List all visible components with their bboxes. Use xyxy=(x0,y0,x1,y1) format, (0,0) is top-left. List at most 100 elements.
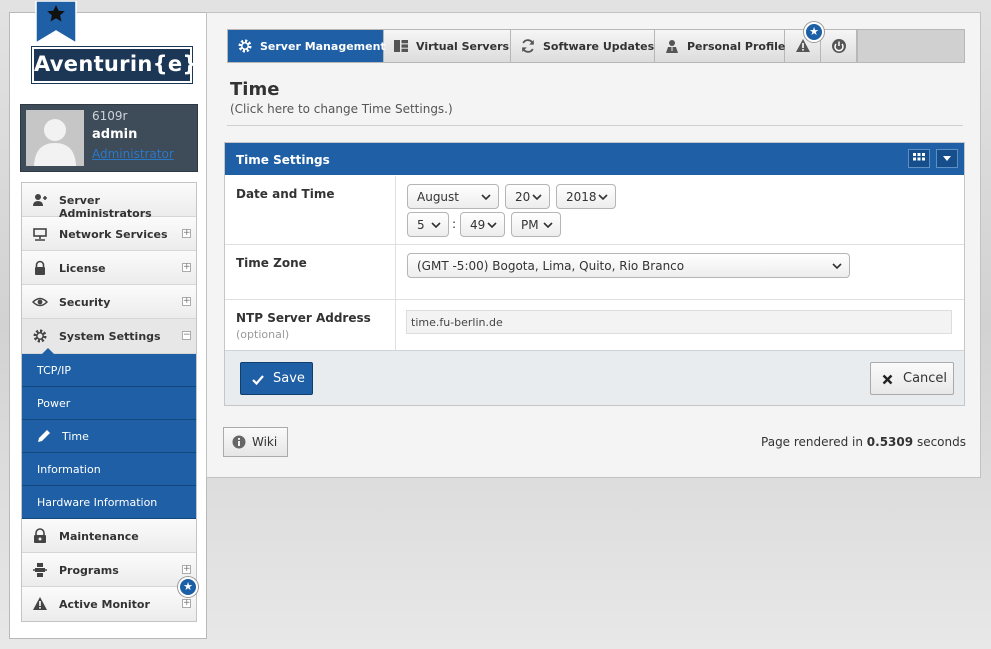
user-silhouette-icon xyxy=(34,119,76,166)
cancel-label: Cancel xyxy=(903,371,948,386)
time-zone-value: (GMT -5:00) Bogota, Lima, Quito, Rio Bra… xyxy=(417,259,685,273)
help-icon xyxy=(232,435,246,449)
sidebar-subitem-tcp-ip[interactable]: TCP/IP xyxy=(22,354,196,387)
ntp-server-input[interactable]: time.fu-berlin.de xyxy=(406,310,952,334)
ribbon-star-icon xyxy=(35,1,77,43)
tab-personal-profile[interactable]: Personal Profile xyxy=(655,30,785,62)
page-title: Time xyxy=(230,79,280,100)
sidebar-item-programs[interactable]: Programs + xyxy=(22,553,196,587)
sidebar-subitem-time[interactable]: Time xyxy=(22,420,196,453)
star-badge-icon: ★ xyxy=(178,577,198,597)
hour-select[interactable]: 5 xyxy=(407,212,449,237)
panel-title: Time Settings xyxy=(236,153,330,167)
save-button[interactable]: Save xyxy=(240,362,313,395)
panel-menu-button[interactable] xyxy=(936,149,958,168)
sidebar-item-license[interactable]: License + xyxy=(22,251,196,285)
warning-icon xyxy=(33,597,47,610)
ntp-label-cell: NTP Server Address (optional) xyxy=(225,300,396,350)
power-icon xyxy=(832,39,846,53)
username: admin xyxy=(92,127,138,142)
chevron-down-icon xyxy=(598,194,608,201)
tab-server-management[interactable]: Server Management xyxy=(228,30,386,62)
sidebar-item-network-services[interactable]: Network Services + xyxy=(22,217,196,251)
user-card: 6109r admin Administrator xyxy=(20,104,198,172)
minute-value: 49 xyxy=(470,218,486,232)
brand-logo: Aventurin{e} xyxy=(32,47,197,83)
render-suffix: seconds xyxy=(916,435,966,449)
panel-header: Time Settings xyxy=(225,143,964,175)
sidebar-item-security[interactable]: Security + xyxy=(22,285,196,319)
sidebar-subitem-label: Information xyxy=(37,463,101,476)
hostname: 6109r xyxy=(92,109,128,123)
refresh-icon xyxy=(522,39,534,53)
cancel-button[interactable]: Cancel xyxy=(870,362,954,395)
tab-virtual-servers[interactable]: Virtual Servers xyxy=(384,30,511,62)
ampm-value: PM xyxy=(521,218,539,232)
collapse-toggle[interactable]: − xyxy=(182,331,191,340)
sidebar-subitem-label: Time xyxy=(62,430,89,443)
year-select[interactable]: 2018 xyxy=(556,184,616,209)
tab-logout[interactable] xyxy=(821,30,857,62)
save-label: Save xyxy=(273,371,305,386)
day-value: 20 xyxy=(515,190,531,204)
expand-toggle[interactable]: + xyxy=(182,565,191,574)
year-value: 2018 xyxy=(566,190,597,204)
date-time-label: Date and Time xyxy=(225,176,396,244)
administrators-icon xyxy=(33,194,47,206)
expand-toggle[interactable]: + xyxy=(182,263,191,272)
sidebar-item-active-monitor[interactable]: Active Monitor + ★ xyxy=(22,577,198,621)
sidebar-item-maintenance[interactable]: Maintenance xyxy=(22,519,196,553)
sidebar-item-label: Active Monitor xyxy=(59,598,150,611)
time-zone-select[interactable]: (GMT -5:00) Bogota, Lima, Quito, Rio Bra… xyxy=(407,253,850,278)
check-icon xyxy=(252,375,264,386)
chevron-down-icon xyxy=(532,194,542,201)
programs-icon xyxy=(33,563,47,577)
expand-toggle[interactable]: + xyxy=(182,297,191,306)
chevron-down-icon xyxy=(543,222,553,229)
minute-select[interactable]: 49 xyxy=(460,212,505,237)
chevron-down-icon xyxy=(431,222,441,229)
network-icon xyxy=(33,228,47,241)
sidebar-item-system-settings[interactable]: System Settings − xyxy=(22,319,196,354)
page-subtitle-link[interactable]: (Click here to change Time Settings.) xyxy=(230,102,453,116)
divider xyxy=(227,125,963,126)
gear-icon xyxy=(33,329,47,343)
tab-label: Software Updates xyxy=(543,40,655,53)
sidebar-nav: Server Administrators Network Services +… xyxy=(21,182,198,622)
sidebar-item-label: Network Services xyxy=(59,228,168,241)
wiki-button[interactable]: Wiki xyxy=(223,427,288,457)
main-content: Server Management Virtual Servers Softwa… xyxy=(206,12,981,478)
sidebar-subitem-label: Power xyxy=(37,397,71,410)
chevron-down-icon xyxy=(832,263,842,270)
ampm-select[interactable]: PM xyxy=(511,212,561,237)
time-separator: : xyxy=(452,217,457,231)
tab-alerts[interactable]: ★ xyxy=(785,22,824,62)
user-role-link[interactable]: Administrator xyxy=(92,147,174,161)
ntp-label: NTP Server Address xyxy=(236,311,371,325)
sidebar-subitem-hardware-information[interactable]: Hardware Information xyxy=(22,486,196,519)
profile-icon xyxy=(666,40,678,53)
virtual-servers-icon xyxy=(394,40,408,52)
month-value: August xyxy=(417,190,459,204)
month-select[interactable]: August xyxy=(407,184,499,209)
sidebar-item-label: License xyxy=(59,262,106,275)
tab-search-field[interactable] xyxy=(857,30,964,62)
expand-toggle[interactable]: + xyxy=(182,599,191,608)
maintenance-icon xyxy=(34,528,46,543)
expand-toggle[interactable]: + xyxy=(182,229,191,238)
render-time-value: 0.5309 xyxy=(866,435,914,449)
tab-label: Server Management xyxy=(260,40,386,53)
sidebar-subitem-information[interactable]: Information xyxy=(22,453,196,486)
sidebar-subitem-label: TCP/IP xyxy=(37,364,71,377)
sidebar-item-label: Programs xyxy=(59,564,119,577)
grid-icon xyxy=(913,153,925,161)
sidebar-item-label: System Settings xyxy=(59,330,161,343)
day-select[interactable]: 20 xyxy=(505,184,550,209)
tab-software-updates[interactable]: Software Updates xyxy=(511,30,655,62)
sidebar-item-server-administrators[interactable]: Server Administrators xyxy=(22,183,196,220)
date-time-row: Date and Time August 20 2018 5 : 49 PM xyxy=(225,176,964,245)
grid-view-button[interactable] xyxy=(908,149,930,168)
time-zone-label: Time Zone xyxy=(225,245,396,299)
license-icon xyxy=(35,260,45,275)
sidebar-subitem-power[interactable]: Power xyxy=(22,387,196,420)
